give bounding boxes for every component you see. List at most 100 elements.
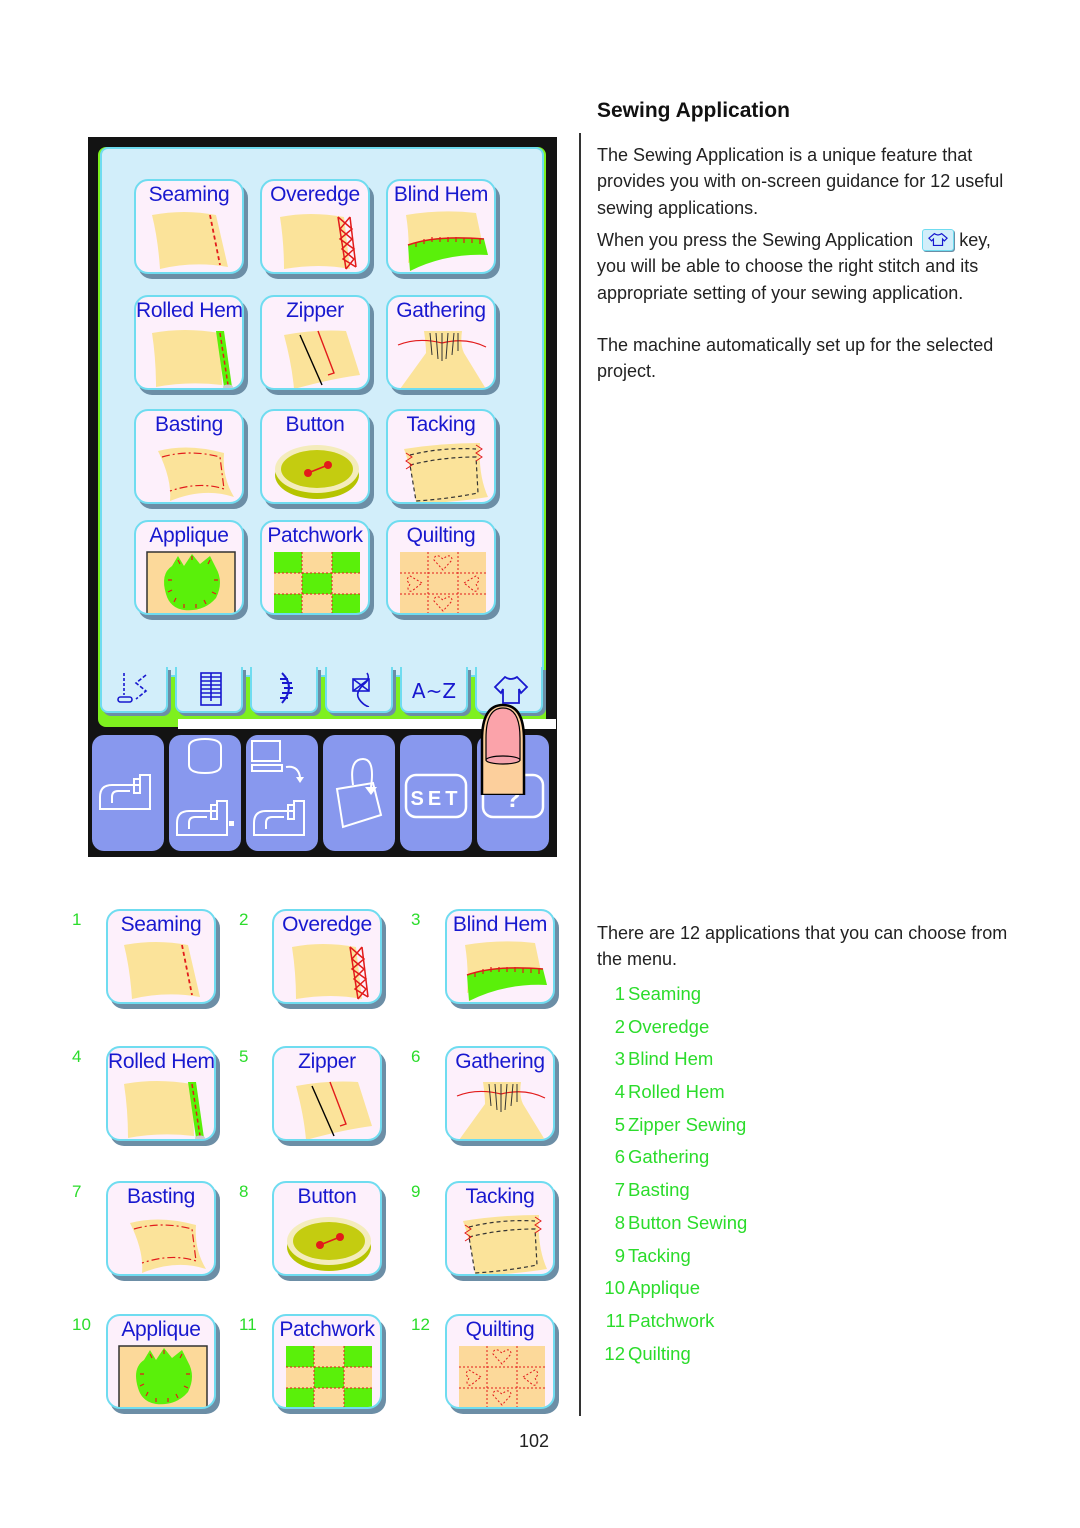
sewing-application-menu: Seaming Overedge Blind Hem Rolled Hem Zi…: [100, 147, 544, 677]
application-tile-gathering[interactable]: Gathering: [445, 1046, 559, 1146]
button-icon: [287, 1217, 371, 1271]
seaming-icon: [152, 212, 228, 269]
application-list-item: 10 Applique: [597, 1277, 747, 1310]
application-list-item: 7 Basting: [597, 1179, 747, 1212]
tile-face: Overedge: [260, 179, 370, 274]
tile-face: Gathering: [445, 1046, 555, 1141]
tile-face: Rolled Hem: [106, 1046, 216, 1141]
list-item-number: 1: [614, 983, 625, 1004]
list-item-number: 12: [604, 1342, 625, 1364]
tile-face: Rolled Hem: [134, 295, 244, 390]
list-item-name: Tacking: [628, 1244, 691, 1266]
tile-face: Tacking: [386, 409, 496, 504]
application-tile-quilting[interactable]: Quilting: [445, 1314, 559, 1414]
press-before-text: When you press the Sewing Application: [597, 230, 914, 250]
blind-hem-icon: [406, 211, 488, 271]
application-tile-basting[interactable]: Basting: [134, 409, 248, 509]
page-number: 102: [519, 1431, 550, 1451]
rolled-hem-icon: [152, 330, 233, 388]
decorative-stitch-icon: [280, 672, 293, 704]
application-tile-overedge[interactable]: Overedge: [260, 179, 374, 279]
tile-label: Seaming: [148, 183, 230, 206]
patchwork-icon: [274, 552, 360, 613]
list-item-name: Quilting: [628, 1342, 691, 1364]
intro-paragraph: The Sewing Application is a unique featu…: [597, 145, 1004, 218]
blind-hem-icon: [465, 941, 547, 1001]
tile-face: Basting: [106, 1181, 216, 1276]
basting-icon: [158, 447, 234, 501]
grid-item-number: 9: [411, 1182, 421, 1201]
application-tile-gathering[interactable]: Gathering: [386, 295, 500, 395]
auto-setup-paragraph: The machine automatically set up for the…: [597, 335, 994, 382]
tab-cross-stitch[interactable]: [325, 667, 393, 713]
tile-label: Button: [297, 1185, 357, 1208]
application-tile-rolled-hem[interactable]: Rolled Hem: [106, 1046, 220, 1146]
application-tile-applique[interactable]: Applique: [106, 1314, 220, 1414]
key-embroidery-unit[interactable]: [169, 735, 241, 851]
tile-label: Overedge: [270, 183, 360, 206]
tile-face: Blind Hem: [386, 179, 496, 274]
application-tile-zipper[interactable]: Zipper: [272, 1046, 386, 1146]
tile-label: Button: [285, 413, 345, 436]
tile-label: Tacking: [406, 413, 476, 436]
tile-face: Blind Hem: [445, 909, 555, 1004]
tile-label: Blind Hem: [393, 183, 489, 206]
pc-connection-icon: [251, 740, 305, 836]
applique-icon: [146, 551, 236, 613]
key-memory-folder[interactable]: [323, 735, 395, 851]
tab-decorative-stitch[interactable]: [250, 667, 318, 713]
key-set[interactable]: SET: [400, 735, 472, 851]
tile-label: Applique: [149, 524, 229, 547]
application-tile-tacking[interactable]: Tacking: [386, 409, 500, 509]
key-sewing-machine[interactable]: [92, 735, 164, 851]
press-key-paragraph: When you press the Sewing Application ke…: [597, 227, 1017, 306]
application-tile-quilting[interactable]: Quilting: [386, 520, 500, 620]
application-tile-zipper[interactable]: Zipper: [260, 295, 374, 395]
tab-utility-stitch[interactable]: [100, 667, 168, 713]
svg-text:SET: SET: [411, 788, 462, 810]
tab-buttonhole[interactable]: [175, 667, 243, 713]
patchwork-icon: [286, 1346, 372, 1407]
tile-label: Rolled Hem: [108, 1050, 215, 1073]
tile-face: Quilting: [386, 520, 496, 615]
grid-item-number: 8: [239, 1182, 249, 1201]
application-tile-seaming[interactable]: Seaming: [134, 179, 248, 279]
application-tile-blind-hem[interactable]: Blind Hem: [386, 179, 500, 279]
application-tile-patchwork[interactable]: Patchwork: [260, 520, 374, 620]
alphabet-icon: A~Z: [411, 679, 457, 703]
tile-label: Applique: [121, 1318, 201, 1341]
grid-item-number: 12: [411, 1315, 430, 1334]
tile-label: Seaming: [120, 913, 202, 936]
list-item-number: 7: [614, 1179, 625, 1201]
list-item-name: Blind Hem: [628, 1048, 714, 1070]
key-pc-connection[interactable]: [246, 735, 318, 851]
application-tile-tacking[interactable]: Tacking: [445, 1181, 559, 1281]
application-list-item: 4 Rolled Hem: [597, 1081, 747, 1114]
gathering-icon: [456, 1082, 546, 1139]
tab-alphabet[interactable]: A~Z: [400, 667, 468, 713]
application-tile-basting[interactable]: Basting: [106, 1181, 220, 1281]
application-tile-button[interactable]: Button: [272, 1181, 386, 1281]
tile-face: Applique: [134, 520, 244, 615]
choose-paragraph: There are 12 applications that you can c…: [597, 923, 1008, 970]
application-tile-seaming[interactable]: Seaming: [106, 909, 220, 1009]
list-item-number: 11: [605, 1309, 625, 1331]
list-item-number: 8: [614, 1211, 625, 1233]
application-tile-blind-hem[interactable]: Blind Hem: [445, 909, 559, 1009]
application-tile-rolled-hem[interactable]: Rolled Hem: [134, 295, 248, 395]
tile-label: Basting: [155, 413, 223, 436]
application-tile-applique[interactable]: Applique: [134, 520, 248, 620]
list-item-number: 3: [614, 1048, 625, 1070]
buttonhole-icon: [200, 672, 222, 706]
application-list-item: 1 Seaming: [597, 983, 747, 1016]
grid-item-number: 6: [411, 1047, 421, 1066]
tile-label: Quilting: [406, 524, 476, 547]
tile-label: Patchwork: [267, 524, 363, 547]
application-tile-overedge[interactable]: Overedge: [272, 909, 386, 1009]
list-item-number: 6: [614, 1146, 625, 1168]
application-list-item: 9 Tacking: [597, 1245, 747, 1278]
embroidery-unit-icon: [176, 737, 234, 836]
list-item-number: 2: [614, 1015, 625, 1037]
application-tile-button[interactable]: Button: [260, 409, 374, 509]
application-tile-patchwork[interactable]: Patchwork: [272, 1314, 386, 1414]
